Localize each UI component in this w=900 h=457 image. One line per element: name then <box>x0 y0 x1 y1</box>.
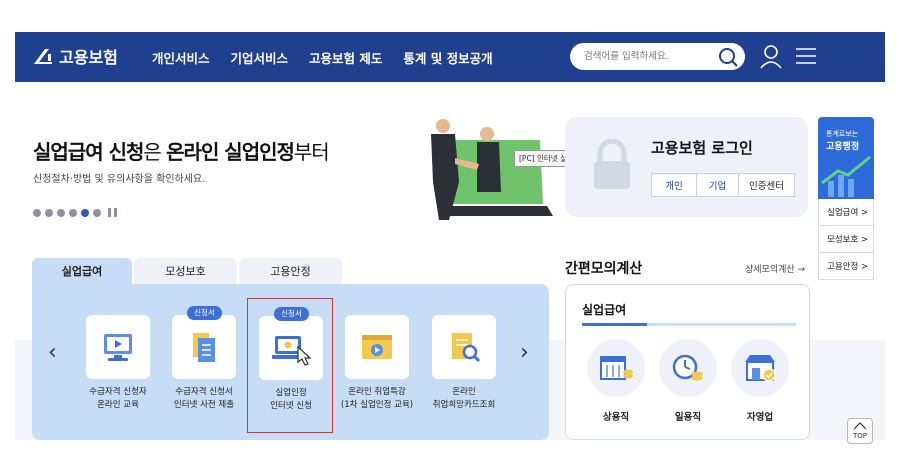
pager-dot[interactable] <box>93 208 101 217</box>
calculator-box-title: 실업급여 <box>582 303 627 317</box>
search-input[interactable] <box>584 48 714 65</box>
service-label-line2: 취업희망카드조회 <box>432 400 496 410</box>
service-online-education[interactable]: 수급자격 신청자온라인 교육 <box>75 298 161 433</box>
document-search-icon <box>452 333 481 363</box>
chevron-up-icon <box>853 422 867 430</box>
service-label-line2: 인터넷 신청 <box>270 401 312 411</box>
pager-dot[interactable] <box>45 208 53 217</box>
pager-dot[interactable] <box>57 208 65 217</box>
service-tile <box>432 315 496 379</box>
service-label-line1: 수급자격 신청자 <box>89 387 147 397</box>
banner-pager <box>33 208 120 217</box>
scroll-top-button[interactable]: TOP <box>847 418 873 444</box>
calc-item-circle <box>587 339 645 397</box>
logo-mark-icon <box>34 49 52 64</box>
hamburger-menu-icon[interactable] <box>795 46 817 66</box>
service-tile <box>345 315 409 379</box>
calc-item-circle <box>659 339 717 397</box>
laptop-click-icon <box>272 336 312 366</box>
service-label-line2: 인터넷 사전 제출 <box>173 400 235 410</box>
next-arrow-icon[interactable]: › <box>520 340 529 365</box>
utility-bar <box>0 0 900 32</box>
login-company-button[interactable]: 기업 <box>697 173 739 197</box>
clock-coin-icon <box>672 354 703 381</box>
hero-title-part-b: 은 <box>143 140 167 164</box>
quick-link-unemployment[interactable]: 실업급여 > <box>818 199 874 226</box>
statistics-banner-line2: 고용행정 <box>826 142 860 152</box>
service-tile <box>86 315 150 379</box>
service-label-line1: 온라인 취업특강 <box>348 387 406 397</box>
handshake-illustration <box>431 119 553 220</box>
service-pre-submission[interactable]: 신청서 수급자격 신청서인터넷 사전 제출 <box>161 298 247 433</box>
service-online-lecture[interactable]: 온라인 취업특강 (1차 실업인정 교육) <box>334 298 420 433</box>
application-tag: 신청서 <box>187 306 222 320</box>
storefront-icon <box>745 355 776 382</box>
service-tabs: 실업급여 모성보호 고용안정 <box>32 258 344 284</box>
hero-title-part-c: 온라인 실업인정 <box>166 140 295 164</box>
service-tile <box>172 315 236 379</box>
user-icon[interactable] <box>759 44 783 70</box>
hero-title-part-a: 실업급여 신청 <box>33 140 144 164</box>
login-buttons: 개인 기업 인증센터 <box>651 173 795 197</box>
search-icon[interactable] <box>717 46 739 68</box>
service-tile <box>259 316 323 380</box>
menu-item-system[interactable]: 고용보험 제도 <box>309 48 382 67</box>
prev-arrow-icon[interactable]: ‹ <box>48 340 57 365</box>
calc-item-label: 상용직 <box>602 412 630 423</box>
login-box: 고용보험 로그인 개인 기업 인증센터 <box>565 117 808 217</box>
calc-item-regular[interactable]: 상용직 <box>586 339 646 423</box>
tab-unemployment[interactable]: 실업급여 <box>32 258 132 284</box>
global-navigation-bar: 고용보험 개인서비스 기업서비스 고용보험 제도 통계 및 정보공개 <box>15 32 885 82</box>
pager-dot[interactable] <box>33 208 41 217</box>
service-label-line1: 실업인정 <box>275 388 307 398</box>
menu-item-statistics[interactable]: 통계 및 정보공개 <box>403 48 492 67</box>
pager-dot[interactable] <box>69 208 77 217</box>
calc-item-label: 자영업 <box>746 412 774 423</box>
login-individual-button[interactable]: 개인 <box>651 173 697 197</box>
certificate-center-button[interactable]: 인증센터 <box>739 173 795 197</box>
application-tag: 신청서 <box>274 307 309 321</box>
hero-title[interactable]: 실업급여 신청은 온라인 실업인정부터 <box>33 136 330 165</box>
login-title: 고용보험 로그인 <box>651 139 753 157</box>
calc-item-self-employed[interactable]: 자영업 <box>730 339 790 423</box>
tab-stability[interactable]: 고용안정 <box>239 258 342 284</box>
statistics-banner-line1: 통계로보는 <box>826 130 859 138</box>
scroll-top-label: TOP <box>852 432 867 440</box>
calculator-title: 간편모의계산 <box>565 261 643 277</box>
document-icon <box>193 333 215 362</box>
calculator-box: 실업급여 상용직 일용직 자영업 <box>565 284 810 440</box>
statistics-banner[interactable]: 통계로보는 고용행정 <box>818 117 874 199</box>
building-calendar-icon <box>600 356 633 380</box>
service-label-line1: 온라인 <box>452 387 476 397</box>
browser-video-icon <box>362 335 392 359</box>
pager-dot-active[interactable] <box>81 208 89 217</box>
menu-item-personal[interactable]: 개인서비스 <box>152 48 210 67</box>
monitor-play-icon <box>104 334 132 361</box>
service-unemployment-recognition[interactable]: 신청서 실업인정인터넷 신청 <box>247 298 333 433</box>
detailed-calculator-link[interactable]: 상세모의계산 → <box>745 262 805 275</box>
hero-subtitle: 신청절차·방법 및 유의사항을 확인하세요. <box>33 174 206 185</box>
calc-item-daily[interactable]: 일용직 <box>658 339 718 423</box>
quick-link-maternity[interactable]: 모성보호 > <box>818 226 874 253</box>
service-job-card-inquiry[interactable]: 온라인취업희망카드조회 <box>421 298 507 433</box>
side-quick-menu: 통계로보는 고용행정 실업급여 > 모성보호 > 고용안정 > <box>818 117 874 282</box>
growth-chart-icon <box>821 155 871 197</box>
logo-text: 고용보험 <box>59 48 118 67</box>
service-label-line2: (1차 실업인정 교육) <box>340 400 414 410</box>
main-menu: 개인서비스 기업서비스 고용보험 제도 통계 및 정보공개 <box>152 48 514 67</box>
menu-item-company[interactable]: 기업서비스 <box>231 48 289 67</box>
service-label-line2: 온라인 교육 <box>97 400 139 410</box>
calc-item-label: 일용직 <box>674 412 702 423</box>
lock-icon <box>594 139 630 189</box>
site-logo[interactable]: 고용보험 <box>31 44 118 68</box>
calc-item-circle <box>731 339 789 397</box>
search-box <box>570 43 745 70</box>
service-label: 온라인취업희망카드조회 <box>413 386 515 412</box>
pause-icon[interactable] <box>108 208 120 217</box>
service-label-line1: 수급자격 신청서 <box>175 387 233 397</box>
tab-maternity[interactable]: 모성보호 <box>134 258 237 284</box>
calculator-underline <box>582 323 796 326</box>
quick-link-stability[interactable]: 고용안정 > <box>818 253 874 280</box>
hero-title-part-d: 부터 <box>293 140 330 164</box>
